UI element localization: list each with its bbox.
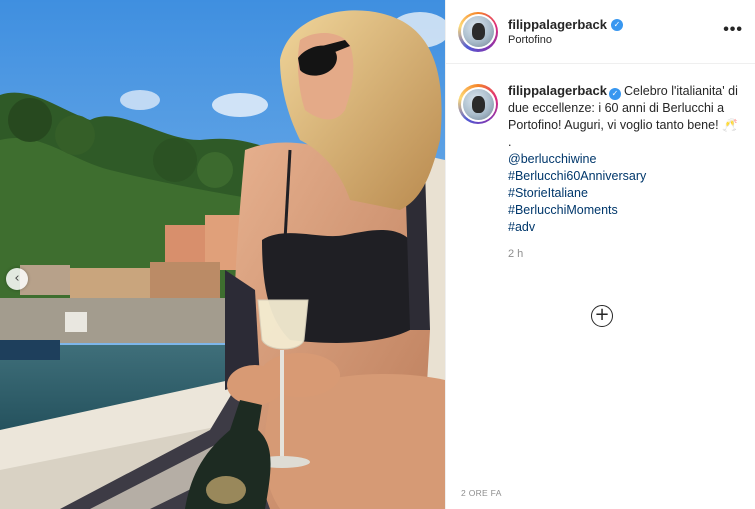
location-link[interactable]: Portofino: [508, 34, 623, 46]
post-header: filippalagerback ✓ Portofino •••: [446, 0, 755, 64]
avatar: [462, 88, 494, 120]
chevron-left-icon: ‹: [14, 271, 20, 286]
post-photo[interactable]: ‹: [0, 0, 445, 509]
caption-mention[interactable]: @berlucchiwine: [508, 151, 743, 168]
post-image: [0, 0, 445, 509]
caption-avatar[interactable]: [458, 84, 498, 124]
caption-timestamp[interactable]: 2 h: [508, 246, 743, 263]
previous-photo-button[interactable]: ‹: [6, 268, 28, 290]
caption-hashtag[interactable]: #Berlucchi60Anniversary: [508, 168, 743, 185]
caption-hashtag[interactable]: #StorieItaliane: [508, 185, 743, 202]
verified-badge-icon: ✓: [610, 18, 623, 31]
more-options-icon[interactable]: •••: [723, 22, 743, 38]
plus-icon: +: [594, 304, 610, 325]
caption-hashtag[interactable]: #BerlucchiMoments: [508, 202, 743, 219]
verified-badge-icon: ✓: [608, 88, 621, 100]
caption-hashtag[interactable]: #adv: [508, 219, 743, 236]
story-ring-avatar[interactable]: [458, 11, 498, 52]
avatar: [462, 16, 494, 47]
header-username[interactable]: filippalagerback: [508, 17, 607, 32]
caption: filippalagerback ✓ Celebro l'italianita' d…: [446, 64, 755, 263]
load-more-comments-button[interactable]: +: [591, 305, 613, 327]
caption-separator: .: [508, 135, 512, 149]
post-details-panel: filippalagerback ✓ Portofino ••• filippa…: [445, 0, 755, 509]
caption-username[interactable]: filippalagerback: [508, 83, 607, 98]
post-date[interactable]: 2 ORE FA: [461, 488, 502, 498]
